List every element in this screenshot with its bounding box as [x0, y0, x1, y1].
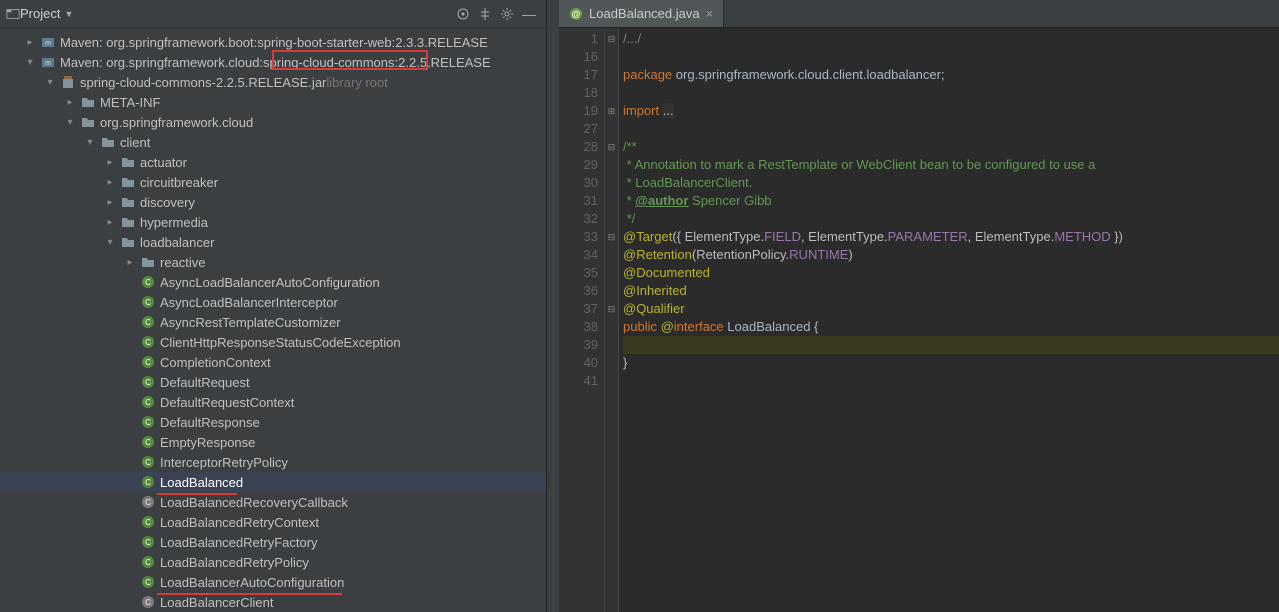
- tree-node[interactable]: ▸discovery: [0, 192, 546, 212]
- code-area[interactable]: 116171819272829303132333435363738394041 …: [559, 28, 1279, 612]
- svg-text:C: C: [145, 458, 151, 467]
- tree-node[interactable]: ▾loadbalancer: [0, 232, 546, 252]
- project-sidebar: Project ▼ — ▸mMaven: org.springframework…: [0, 0, 547, 612]
- svg-text:m: m: [45, 60, 51, 67]
- dropdown-icon[interactable]: ▼: [64, 9, 73, 19]
- tree-node[interactable]: CInterceptorRetryPolicy: [0, 452, 546, 472]
- tree-node[interactable]: ▸mMaven: org.springframework.boot:spring…: [0, 32, 546, 52]
- close-icon[interactable]: ×: [706, 6, 714, 21]
- tree-node[interactable]: ▾spring-cloud-commons-2.2.5.RELEASE.jar …: [0, 72, 546, 92]
- tree-node[interactable]: CEmptyResponse: [0, 432, 546, 452]
- svg-text:C: C: [145, 358, 151, 367]
- tree-node[interactable]: ▾org.springframework.cloud: [0, 112, 546, 132]
- expand-all-icon[interactable]: [474, 3, 496, 25]
- tab-label: LoadBalanced.java: [589, 6, 700, 21]
- sidebar-header: Project ▼ —: [0, 0, 546, 28]
- tree-node[interactable]: CDefaultRequestContext: [0, 392, 546, 412]
- hide-icon[interactable]: —: [518, 3, 540, 25]
- tree-node[interactable]: ▸reactive: [0, 252, 546, 272]
- svg-text:C: C: [145, 398, 151, 407]
- svg-text:C: C: [145, 418, 151, 427]
- svg-text:C: C: [145, 558, 151, 567]
- tree-node[interactable]: CLoadBalancedRecoveryCallback: [0, 492, 546, 512]
- tree-node[interactable]: CDefaultResponse: [0, 412, 546, 432]
- svg-text:C: C: [145, 278, 151, 287]
- tree-node[interactable]: CAsyncLoadBalancerInterceptor: [0, 292, 546, 312]
- editor: @ LoadBalanced.java × 116171819272829303…: [559, 0, 1279, 612]
- tree-node[interactable]: CCompletionContext: [0, 352, 546, 372]
- svg-text:C: C: [145, 338, 151, 347]
- svg-text:C: C: [145, 518, 151, 527]
- gear-icon[interactable]: [496, 3, 518, 25]
- gutter: 116171819272829303132333435363738394041: [559, 28, 605, 612]
- tree-node[interactable]: CAsyncLoadBalancerAutoConfiguration: [0, 272, 546, 292]
- svg-text:C: C: [145, 378, 151, 387]
- tree-node[interactable]: ▸circuitbreaker: [0, 172, 546, 192]
- svg-text:m: m: [45, 40, 51, 47]
- tree-node[interactable]: CDefaultRequest: [0, 372, 546, 392]
- tree-node[interactable]: CLoadBalancedRetryFactory: [0, 532, 546, 552]
- project-view-icon: [6, 7, 20, 21]
- tree-node[interactable]: CLoadBalancedRetryContext: [0, 512, 546, 532]
- tree-node[interactable]: CLoadBalanced: [0, 472, 546, 492]
- java-annotation-icon: @: [569, 7, 583, 21]
- svg-text:C: C: [145, 498, 151, 507]
- tree-node[interactable]: CLoadBalancerClient: [0, 592, 546, 612]
- tree-node[interactable]: CLoadBalancedRetryPolicy: [0, 552, 546, 572]
- svg-text:@: @: [571, 9, 580, 19]
- tree-node[interactable]: ▸hypermedia: [0, 212, 546, 232]
- project-tree[interactable]: ▸mMaven: org.springframework.boot:spring…: [0, 28, 546, 612]
- sidebar-title[interactable]: Project: [20, 6, 60, 21]
- tree-node[interactable]: ▾mMaven: org.springframework.cloud:sprin…: [0, 52, 546, 72]
- tree-node[interactable]: CLoadBalancerAutoConfiguration: [0, 572, 546, 592]
- target-icon[interactable]: [452, 3, 474, 25]
- tree-node[interactable]: ▸META-INF: [0, 92, 546, 112]
- tree-node[interactable]: CClientHttpResponseStatusCodeException: [0, 332, 546, 352]
- editor-tabs: @ LoadBalanced.java ×: [559, 0, 1279, 28]
- fold-column[interactable]: ⊟⊞⊟⊟⊟: [605, 28, 619, 612]
- tree-node[interactable]: ▸actuator: [0, 152, 546, 172]
- svg-text:C: C: [145, 438, 151, 447]
- svg-text:C: C: [145, 578, 151, 587]
- svg-text:C: C: [145, 298, 151, 307]
- svg-text:C: C: [145, 538, 151, 547]
- svg-text:C: C: [145, 598, 151, 607]
- tree-node[interactable]: ▾client: [0, 132, 546, 152]
- svg-text:C: C: [145, 478, 151, 487]
- tab-loadbalanced[interactable]: @ LoadBalanced.java ×: [559, 0, 724, 27]
- code-content[interactable]: /.../package org.springframework.cloud.c…: [619, 28, 1279, 612]
- svg-text:C: C: [145, 318, 151, 327]
- tree-node[interactable]: CAsyncRestTemplateCustomizer: [0, 312, 546, 332]
